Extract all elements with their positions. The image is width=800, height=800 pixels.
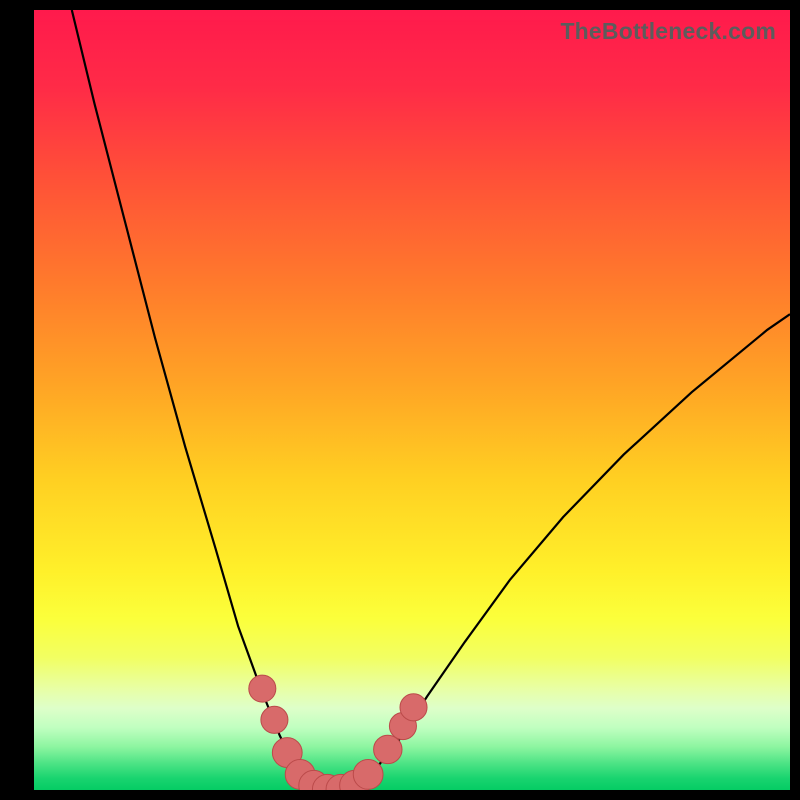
chart-frame: TheBottleneck.com bbox=[0, 0, 800, 800]
curve-markers bbox=[249, 675, 427, 790]
curve-marker bbox=[353, 760, 383, 790]
curve-marker bbox=[374, 735, 402, 763]
bottleneck-curve bbox=[72, 10, 790, 790]
watermark-text: TheBottleneck.com bbox=[560, 18, 776, 45]
curve-marker bbox=[261, 706, 288, 733]
curve-layer bbox=[34, 10, 790, 790]
curve-marker bbox=[249, 675, 276, 702]
plot-area: TheBottleneck.com bbox=[34, 10, 790, 790]
curve-marker bbox=[400, 694, 427, 721]
